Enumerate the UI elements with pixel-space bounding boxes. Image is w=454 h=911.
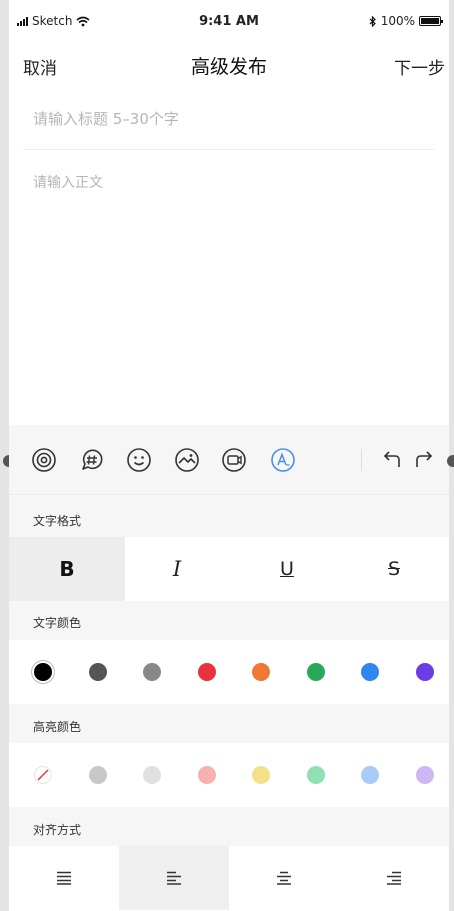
highlight-swatch-light-grey[interactable] [143,766,161,784]
emoji-icon[interactable] [126,447,152,473]
status-right: 100% [369,14,443,28]
italic-label: I [172,557,182,581]
text-format-icon[interactable] [270,447,296,473]
align-center-button[interactable] [229,846,339,910]
bluetooth-icon [369,15,376,27]
video-icon[interactable] [221,447,247,473]
highlight-color-row [9,743,449,807]
highlight-swatch-grey[interactable] [89,766,107,784]
toolbar-separator [361,449,362,471]
text-format-row: B I U S [9,537,449,601]
color-swatch-red[interactable] [198,663,216,681]
align-right-icon [387,871,401,885]
hashtag-icon[interactable] [79,447,105,473]
alignment-label: 对齐方式 [33,823,82,837]
justify-button[interactable] [9,846,119,910]
strikethrough-button[interactable]: S [339,537,449,601]
right-drag-handle[interactable] [447,455,454,467]
color-swatch-dark-grey[interactable] [89,663,107,681]
highlight-swatch-pink[interactable] [198,766,216,784]
color-swatch-purple[interactable] [416,663,434,681]
undo-icon[interactable] [379,447,405,473]
highlight-swatch-yellow[interactable] [252,766,270,784]
italic-button[interactable]: I [119,537,235,601]
color-swatch-blue[interactable] [361,663,379,681]
color-swatch-green[interactable] [307,663,325,681]
strikethrough-label: S [387,558,401,580]
page-title: 高级发布 [190,56,267,78]
title-input[interactable]: 请输入标题 5–30个字 [33,108,179,129]
image-icon[interactable] [174,447,200,473]
align-left-button[interactable] [119,846,229,910]
no-highlight-icon[interactable] [34,766,52,784]
battery-percent: 100% [380,14,415,28]
color-swatch-orange[interactable] [252,663,270,681]
justify-icon [57,871,71,885]
text-color-row [9,640,449,704]
alignment-row [9,846,449,911]
text-format-label: 文字格式 [33,514,82,528]
text-color-label: 文字颜色 [33,616,82,630]
nav-bar: 取消 高级发布 下一步 [9,44,449,88]
bold-button[interactable]: B [9,537,125,601]
next-step-button[interactable]: 下一步 [394,54,445,79]
title-divider [23,149,435,150]
highlight-swatch-light-blue[interactable] [361,766,379,784]
highlight-swatch-mint[interactable] [307,766,325,784]
phone-screen: Sketch 9:41 AM 100% 取消 高级发布 下一步 请输入标题 5–… [9,0,449,911]
align-right-button[interactable] [339,846,449,910]
highlight-swatch-lavender[interactable] [416,766,434,784]
highlight-color-label: 高亮颜色 [33,720,82,734]
underline-label: U [280,558,294,580]
underline-button[interactable]: U [229,537,345,601]
align-left-icon [167,871,181,885]
editor-toolbar [9,425,449,495]
settings-icon[interactable] [31,447,57,473]
redo-icon[interactable] [411,447,437,473]
body-input[interactable]: 请输入正文 [33,172,103,192]
cancel-button[interactable]: 取消 [23,54,57,79]
color-swatch-black[interactable] [34,663,52,681]
battery-icon [419,16,443,26]
align-center-icon [277,871,291,885]
bold-label: B [59,557,75,581]
status-bar: Sketch 9:41 AM 100% [9,0,449,44]
color-swatch-grey[interactable] [143,663,161,681]
